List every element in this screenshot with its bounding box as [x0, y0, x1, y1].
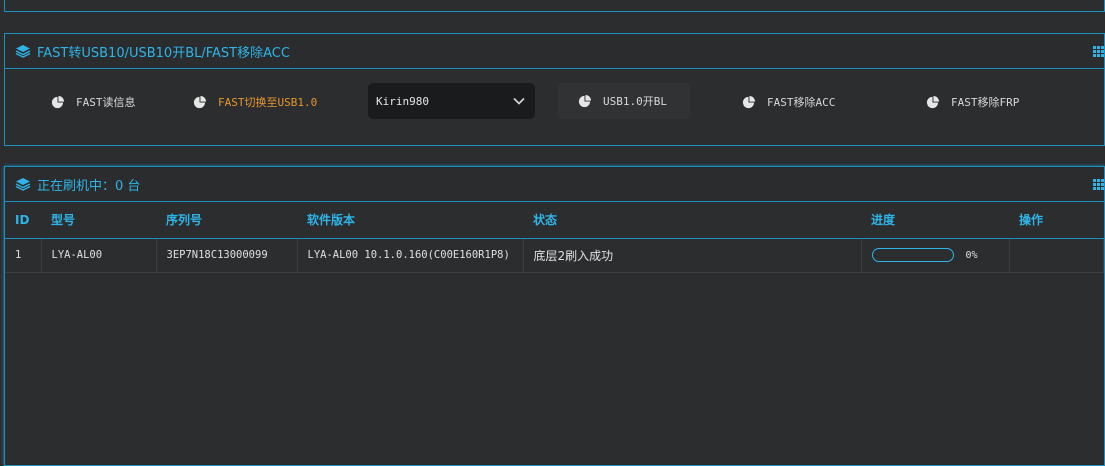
flash-panel-title: 正在刷机中：0 台 [37, 178, 141, 194]
fast-remove-acc-label: FAST移除ACC [767, 96, 836, 109]
table-row[interactable]: 1 LYA-AL00 3EP7N18C13000099 LYA-AL00 10.… [5, 238, 1104, 273]
chevron-down-icon [513, 97, 525, 105]
chip-select[interactable]: Kirin980 [368, 83, 535, 119]
progress-wrap: 0% [871, 248, 1008, 262]
fast-remove-frp-label: FAST移除FRP [951, 96, 1020, 109]
cell-serial: 3EP7N18C13000099 [156, 238, 298, 273]
device-table: ID 型号 序列号 软件版本 状态 进度 操作 1 LYA-AL00 3EP7N… [5, 202, 1104, 273]
fast-remove-frp-button[interactable]: FAST移除FRP [926, 85, 1019, 119]
fast-read-info-button[interactable]: FAST读信息 [51, 85, 136, 119]
chip-select-value: Kirin980 [376, 94, 429, 108]
table-header-row: ID 型号 序列号 软件版本 状态 进度 操作 [5, 202, 1104, 239]
fast-switch-usb10-label: FAST切换至USB1.0 [218, 96, 318, 109]
pie-chart-icon [51, 95, 64, 108]
progress-text: 0% [965, 249, 978, 261]
grid-icon[interactable] [1093, 179, 1104, 190]
fast-action-row: FAST读信息 FAST切换至USB1.0 Kirin980 USB1.0开BL… [5, 69, 1104, 145]
fast-switch-usb10-button[interactable]: FAST切换至USB1.0 [193, 85, 317, 119]
column-header-version[interactable]: 软件版本 [297, 202, 523, 239]
layers-icon [15, 45, 31, 58]
flash-panel-header: 正在刷机中：0 台 [5, 167, 1104, 202]
pie-chart-icon [926, 95, 939, 108]
column-header-model[interactable]: 型号 [41, 202, 156, 239]
flash-panel: 正在刷机中：0 台 ID 型号 序列号 软件版本 状态 进度 操作 1 LYA-… [4, 166, 1105, 466]
fast-panel-title: FAST转USB10/USB10开BL/FAST移除ACC [37, 45, 290, 61]
usb10-open-bl-button[interactable]: USB1.0开BL [558, 83, 690, 119]
cell-id: 1 [5, 238, 42, 273]
cell-action[interactable] [1009, 238, 1104, 273]
pie-chart-icon [742, 95, 755, 108]
column-header-id[interactable]: ID [5, 202, 41, 239]
cell-version: LYA-AL00 10.1.0.160(C00E160R1P8) [297, 238, 524, 273]
top-panel [4, 0, 1105, 12]
fast-read-info-label: FAST读信息 [76, 96, 136, 109]
grid-icon[interactable] [1093, 46, 1104, 57]
fast-panel: FAST转USB10/USB10开BL/FAST移除ACC FAST读信息 FA… [4, 33, 1105, 146]
fast-remove-acc-button[interactable]: FAST移除ACC [742, 85, 835, 119]
column-header-status[interactable]: 状态 [523, 202, 861, 239]
cell-status: 底层2刷入成功 [523, 238, 862, 273]
fast-panel-header: FAST转USB10/USB10开BL/FAST移除ACC [5, 34, 1104, 69]
progress-bar [871, 248, 954, 262]
cell-model: LYA-AL00 [41, 238, 157, 273]
column-header-action[interactable]: 操作 [1009, 202, 1104, 239]
layers-icon [15, 178, 31, 191]
pie-chart-icon [578, 94, 591, 107]
cell-progress: 0% [861, 238, 1010, 273]
column-header-serial[interactable]: 序列号 [156, 202, 297, 239]
pie-chart-icon [193, 95, 206, 108]
column-header-progress[interactable]: 进度 [861, 202, 1009, 239]
usb10-open-bl-label: USB1.0开BL [603, 95, 667, 108]
